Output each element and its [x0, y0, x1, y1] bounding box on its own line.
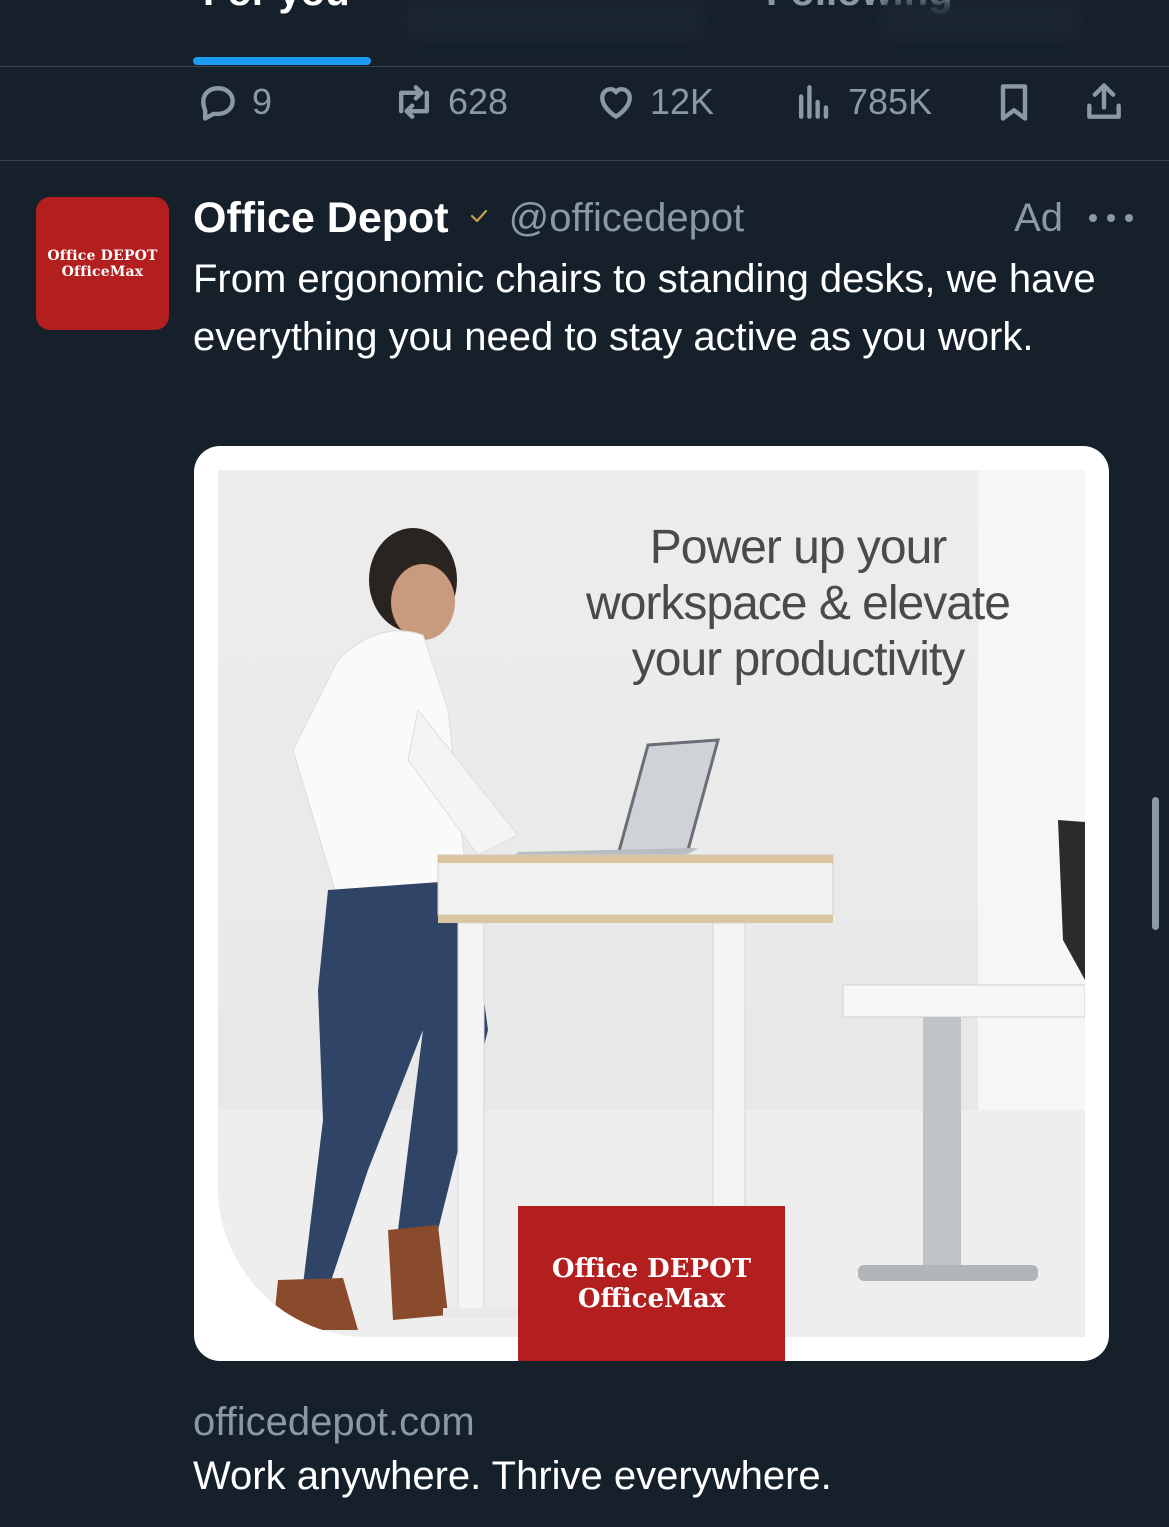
bookmark-button[interactable]	[992, 74, 1036, 130]
active-tab-indicator	[193, 57, 371, 65]
analytics-icon	[798, 85, 829, 119]
repost-button[interactable]: 628	[392, 74, 508, 130]
brand-logo-box: Office DEPOT OfficeMax	[518, 1206, 785, 1361]
reply-button[interactable]: 9	[196, 74, 272, 130]
avatar-line2: OfficeMax	[61, 263, 144, 280]
author-handle[interactable]: @officedepot	[509, 196, 745, 241]
views-button[interactable]: 785K	[792, 74, 932, 130]
avatar-line1: Office DEPOT	[47, 247, 158, 264]
verified-check-icon[interactable]	[467, 206, 491, 230]
bookmark-icon	[1000, 84, 1028, 121]
reply-count: 9	[252, 81, 273, 122]
ad-headline: Power up your workspace & elevate your p…	[586, 521, 1011, 686]
share-icon	[1087, 83, 1121, 119]
link-domain[interactable]: officedepot.com	[193, 1400, 475, 1445]
blurred-header-content	[880, 0, 1080, 40]
post-text: From ergonomic chairs to standing desks,…	[193, 257, 1096, 359]
post-header: Office Depot @officedepot Ad	[193, 190, 1133, 246]
like-button[interactable]: 12K	[594, 74, 714, 130]
blurred-header-content	[405, 0, 705, 40]
like-count: 12K	[650, 81, 715, 122]
repost-count: 628	[448, 81, 509, 122]
post-action-bar: 9 628 12K 785K	[0, 66, 1169, 161]
link-title[interactable]: Work anywhere. Thrive everywhere.	[193, 1454, 832, 1499]
reply-icon	[201, 86, 235, 121]
tab-for-you[interactable]: For you	[203, 0, 350, 15]
media-card[interactable]: Power up your workspace & elevate your p…	[194, 446, 1109, 1361]
more-options-icon[interactable]	[1089, 208, 1133, 226]
repost-icon	[398, 85, 430, 119]
views-count: 785K	[848, 81, 933, 122]
scrollbar-thumb[interactable]	[1152, 797, 1159, 930]
brand-line2: OfficeMax	[577, 1283, 726, 1314]
avatar[interactable]: Office DEPOT OfficeMax	[36, 197, 169, 330]
timeline-tabs: For you Following	[0, 0, 1169, 67]
brand-line1: Office DEPOT	[551, 1253, 752, 1284]
ad-label: Ad	[1014, 196, 1063, 240]
share-button[interactable]	[1082, 74, 1126, 130]
author-name[interactable]: Office Depot	[193, 194, 449, 243]
heart-icon	[600, 86, 632, 119]
